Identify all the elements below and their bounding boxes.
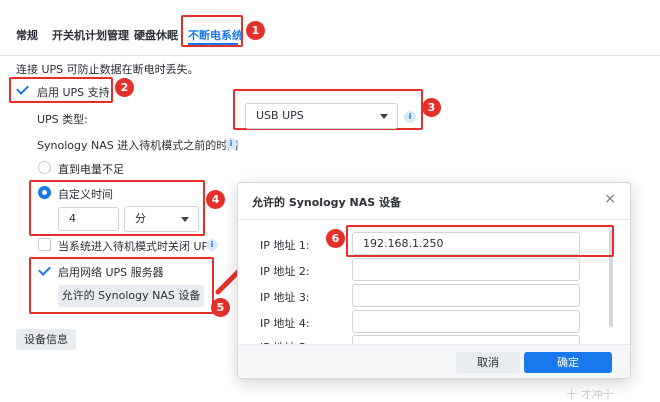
dialog-divider (238, 219, 630, 220)
watermark-text: 十 才冲十 (566, 388, 614, 401)
ip-address-3-input[interactable] (352, 284, 580, 307)
dialog-footer: 取消 确定 (238, 344, 630, 378)
ip-address-2-input[interactable] (352, 258, 580, 281)
confirm-button[interactable]: 确定 (524, 352, 612, 373)
cancel-button[interactable]: 取消 (456, 352, 520, 373)
close-icon[interactable]: × (604, 191, 616, 207)
ip-address-1-label: IP 地址 1: (260, 239, 310, 252)
ip-address-4-input[interactable] (352, 310, 580, 333)
ip-address-2-label: IP 地址 2: (260, 265, 310, 278)
callout-box-6 (346, 225, 614, 257)
ups-settings-screen: 常规 开关机计划管理 硬盘休眠 不断电系统 1 连接 UPS 可防止数据在断电时… (0, 0, 660, 402)
ip-address-3-label: IP 地址 3: (260, 291, 310, 304)
allowed-nas-devices-dialog: 允许的 Synology NAS 设备 × IP 地址 1: 192.168.1… (237, 182, 631, 379)
ip-address-4-label: IP 地址 4: (260, 317, 310, 330)
callout-badge-6: 6 (326, 229, 345, 248)
dialog-title: 允许的 Synology NAS 设备 (252, 196, 401, 209)
